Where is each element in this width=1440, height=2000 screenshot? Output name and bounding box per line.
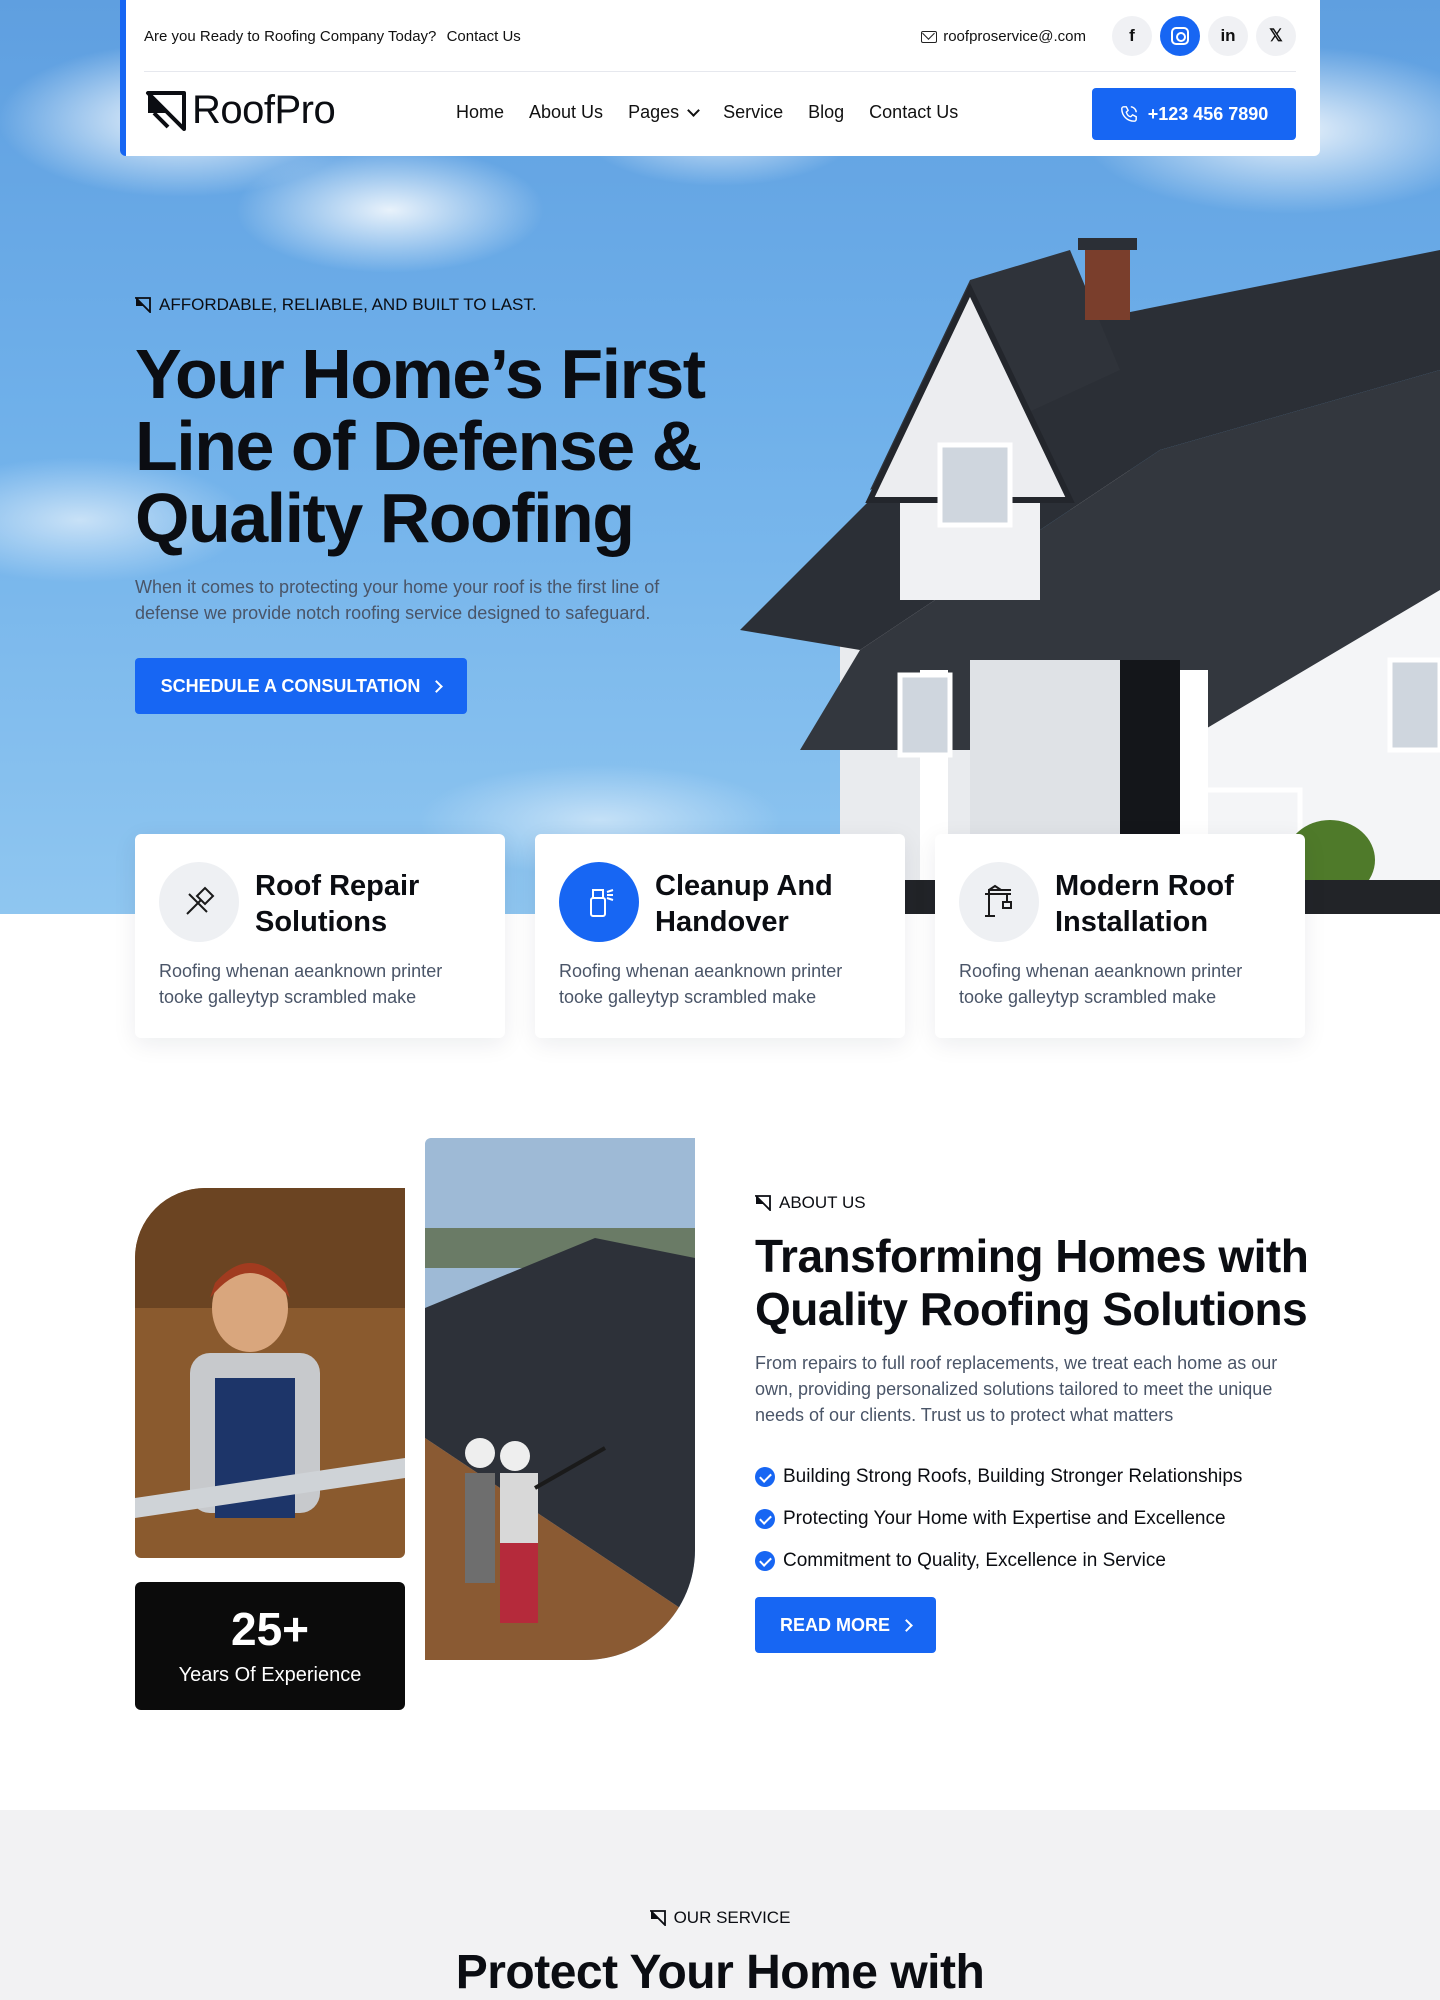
about-tag-text: ABOUT US xyxy=(779,1193,866,1212)
hero-tagline: AFFORDABLE, RELIABLE, AND BUILT TO LAST. xyxy=(135,295,537,315)
nav-service[interactable]: Service xyxy=(723,102,783,123)
chevron-right-icon xyxy=(900,1618,913,1632)
experience-badge: 25+ Years Of Experience xyxy=(135,1582,405,1710)
checklist-text: Protecting Your Home with Expertise and … xyxy=(783,1508,1226,1529)
social-links: f in 𝕏 xyxy=(1112,16,1296,56)
nav-pages-label: Pages xyxy=(628,102,680,122)
tools-icon xyxy=(159,862,239,942)
service-tag: OUR SERVICE xyxy=(0,1908,1440,1928)
nav-blog[interactable]: Blog xyxy=(808,102,844,123)
brand-mark-icon xyxy=(135,297,151,313)
check-icon xyxy=(755,1509,775,1529)
about-description: From repairs to full roof replacements, … xyxy=(755,1353,1278,1425)
about-checklist: Building Strong Roofs, Building Stronger… xyxy=(755,1456,1242,1582)
feature-title: Cleanup And Handover xyxy=(655,870,833,938)
instagram-icon[interactable] xyxy=(1160,16,1200,56)
feature-title: Modern Roof Installation xyxy=(1055,870,1234,938)
read-more-button[interactable]: READ MORE xyxy=(755,1597,936,1653)
checklist-item: Protecting Your Home with Expertise and … xyxy=(755,1498,1242,1540)
email-text: roofproservice@.com xyxy=(943,28,1086,45)
phone-button[interactable]: +123 456 7890 xyxy=(1092,88,1296,140)
feature-card[interactable]: Roof Repair Solutions Roofing whenan aea… xyxy=(135,834,505,1038)
service-tag-text: OUR SERVICE xyxy=(673,1908,791,1927)
cta-label: SCHEDULE A CONSULTATION xyxy=(160,675,421,696)
feature-card[interactable]: Cleanup And Handover Roofing whenan aean… xyxy=(535,834,905,1038)
roofers-photo xyxy=(425,1138,695,1660)
schedule-consultation-button[interactable]: SCHEDULE A CONSULTATION xyxy=(135,658,467,714)
feature-card[interactable]: Modern Roof Installation Roofing whenan … xyxy=(935,834,1305,1038)
nav-pages[interactable]: Pages xyxy=(628,102,700,123)
checklist-text: Building Strong Roofs, Building Stronger… xyxy=(783,1466,1243,1487)
checklist-item: Commitment to Quality, Excellence in Ser… xyxy=(755,1540,1242,1582)
crane-icon xyxy=(959,862,1039,942)
chevron-down-icon xyxy=(687,103,700,117)
about-tag: ABOUT US xyxy=(755,1193,866,1213)
brand-mark-icon xyxy=(755,1195,771,1211)
topbar-prompt: Are you Ready to Roofing Company Today? xyxy=(144,28,437,45)
phone-icon xyxy=(1120,106,1137,122)
feature-description: Roofing whenan aeanknown printer tooke g… xyxy=(159,961,443,1007)
facebook-icon[interactable]: f xyxy=(1112,16,1152,56)
nav-about[interactable]: About Us xyxy=(529,102,603,123)
feature-description: Roofing whenan aeanknown printer tooke g… xyxy=(959,961,1243,1007)
top-bar: Are you Ready to Roofing Company Today? … xyxy=(144,0,1296,72)
hero-description: When it comes to protecting your home yo… xyxy=(135,577,660,623)
main-nav: Home About Us Pages Service Blog Contact… xyxy=(456,102,958,123)
phone-number: +123 456 7890 xyxy=(1147,103,1269,124)
service-title: Protect Your Home with xyxy=(455,1946,985,1999)
email-link[interactable]: roofproservice@.com xyxy=(921,28,1086,45)
mail-icon xyxy=(921,30,938,43)
read-more-label: READ MORE xyxy=(779,1614,890,1635)
checklist-item: Building Strong Roofs, Building Stronger… xyxy=(755,1456,1242,1498)
service-section: OUR SERVICE Protect Your Home with xyxy=(0,1810,1440,2000)
check-icon xyxy=(755,1551,775,1571)
experience-number: 25+ xyxy=(230,1603,310,1655)
site-header: Are you Ready to Roofing Company Today? … xyxy=(120,0,1320,156)
checklist-text: Commitment to Quality, Excellence in Ser… xyxy=(783,1550,1166,1571)
feature-description: Roofing whenan aeanknown printer tooke g… xyxy=(559,961,843,1007)
nav-contact[interactable]: Contact Us xyxy=(869,102,958,123)
experience-label: Years Of Experience xyxy=(178,1664,362,1686)
hero-tagline-text: AFFORDABLE, RELIABLE, AND BUILT TO LAST. xyxy=(159,295,537,314)
x-icon[interactable]: 𝕏 xyxy=(1256,16,1296,56)
brand-name: RoofPro xyxy=(192,88,336,132)
topbar-message: Are you Ready to Roofing Company Today? … xyxy=(144,28,521,45)
house-image xyxy=(740,238,1440,914)
topbar-contact-link[interactable]: Contact Us xyxy=(447,28,521,45)
check-icon xyxy=(755,1467,775,1487)
hero-title: Your Home’s First Line of Defense & Qual… xyxy=(135,335,706,557)
worker-photo xyxy=(135,1188,405,1558)
nav-home[interactable]: Home xyxy=(456,102,504,123)
linkedin-icon[interactable]: in xyxy=(1208,16,1248,56)
feature-title: Roof Repair Solutions xyxy=(255,870,420,938)
about-title: Transforming Homes with Quality Roofing … xyxy=(755,1230,1309,1335)
spray-bottle-icon xyxy=(559,862,639,942)
logo-mark-icon xyxy=(146,90,186,131)
chevron-right-icon xyxy=(430,679,444,693)
logo[interactable]: RoofPro xyxy=(144,88,336,133)
brand-mark-icon xyxy=(649,1910,666,1926)
